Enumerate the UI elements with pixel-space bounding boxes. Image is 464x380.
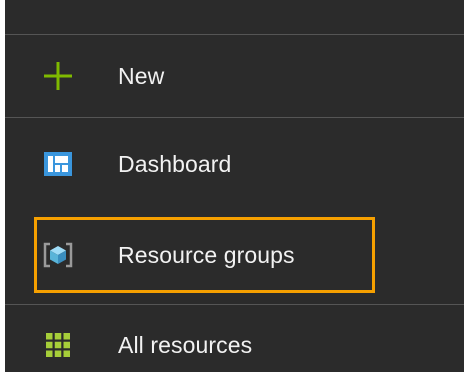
sidebar-item-resource-groups[interactable]: Resource groups [5,232,464,278]
sidebar-item-label: Resource groups [118,241,295,268]
sidebar-item-all-resources[interactable]: All resources [5,322,464,368]
plus-icon [43,61,73,91]
sidebar-item-label: New [118,62,165,89]
dashboard-icon [43,149,73,179]
sidebar-item-new[interactable]: New [5,53,464,99]
grid-icon [43,330,73,360]
resource-group-icon [43,240,73,270]
sidebar-item-label: All resources [118,331,253,358]
divider [5,117,464,118]
sidebar-item-dashboard[interactable]: Dashboard [5,141,464,187]
sidebar-header-strip [5,0,464,34]
sidebar-menu: New Dashboard Resource groups All resour… [5,0,464,372]
divider [5,34,464,35]
divider [5,304,464,305]
sidebar-item-label: Dashboard [118,150,232,177]
